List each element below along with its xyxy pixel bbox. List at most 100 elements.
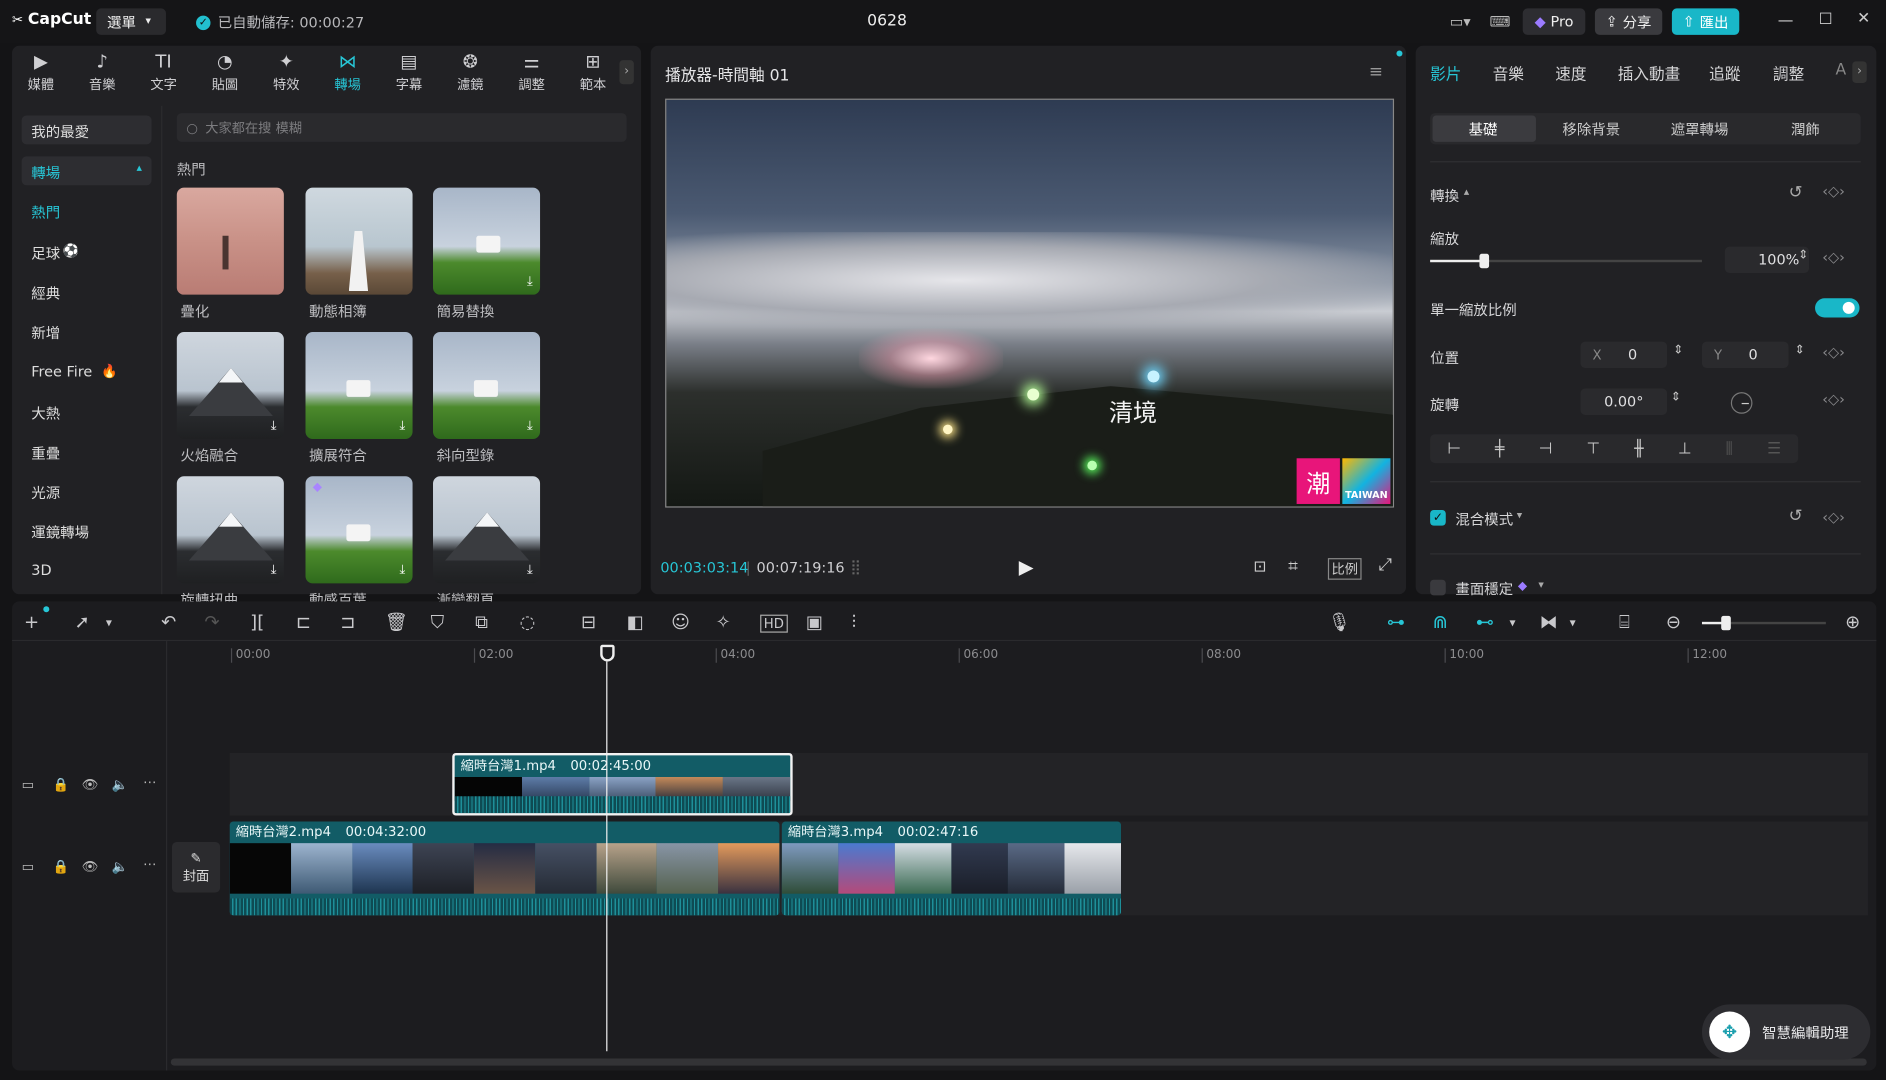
magnet-icon[interactable]: ⋒ xyxy=(1433,611,1448,633)
minimize-icon[interactable]: — xyxy=(1778,12,1794,30)
marker-icon[interactable]: ⛉ xyxy=(431,611,445,633)
align-bottom-icon[interactable]: ⊥ xyxy=(1678,440,1692,458)
transition-item[interactable]: ⤓ xyxy=(433,476,541,584)
magic-wand-icon[interactable]: ✧ xyxy=(716,611,731,633)
track-video-icon[interactable]: ▭ xyxy=(22,859,35,875)
category-camera[interactable]: 運鏡轉場 xyxy=(31,522,89,542)
chevron-up-icon[interactable]: ▴ xyxy=(1464,186,1469,198)
delete-icon[interactable]: 🗑 xyxy=(385,611,408,633)
play-icon[interactable]: ▶ xyxy=(1019,556,1034,579)
menu-icon[interactable]: ≡ xyxy=(1369,63,1383,82)
close-icon[interactable]: ✕ xyxy=(1857,10,1870,28)
fit-icon[interactable]: ⊡ xyxy=(1253,558,1266,576)
transition-item[interactable]: ⤓ xyxy=(176,476,284,584)
transition-item[interactable]: ⤓ xyxy=(433,331,541,440)
align-right-icon[interactable]: ⊣ xyxy=(1539,440,1553,458)
select-cursor-icon[interactable]: ➚ xyxy=(75,611,90,633)
search-input[interactable]: ○ 大家都在搜 模糊 xyxy=(176,113,627,142)
chevron-down-icon[interactable]: ▾ xyxy=(1510,617,1516,630)
stabilize-checkbox[interactable] xyxy=(1430,579,1446,596)
reset-icon[interactable]: ↺ xyxy=(1789,183,1803,202)
chevron-down-icon[interactable]: ▾ xyxy=(106,617,112,630)
tool-filters[interactable]: ❂ 濾鏡 xyxy=(446,51,494,97)
split-right-icon[interactable]: ⊐ xyxy=(340,611,355,633)
split-left-icon[interactable]: ⊏ xyxy=(296,611,311,633)
tab-video[interactable]: 影片 xyxy=(1430,61,1461,84)
download-icon[interactable]: ⤓ xyxy=(271,562,277,579)
category-favorites[interactable]: 我的最愛 xyxy=(21,115,152,145)
freeze-icon[interactable]: ⊟ xyxy=(581,611,596,633)
chevron-right-icon[interactable]: › xyxy=(1852,61,1867,83)
add-icon[interactable]: + xyxy=(24,611,39,633)
stepper-icon[interactable]: ⇕ xyxy=(1798,249,1808,262)
tab-audio[interactable]: 音樂 xyxy=(1493,61,1524,84)
video-preview[interactable]: 清境 潮 TAIWAN xyxy=(665,98,1395,508)
position-x-input[interactable]: X0 xyxy=(1580,341,1668,369)
menu-button[interactable]: 選單 ▾ xyxy=(96,8,166,35)
tool-text[interactable]: TI 文字 xyxy=(140,51,188,97)
category-3d[interactable]: 3D xyxy=(31,562,51,579)
uniform-scale-toggle[interactable] xyxy=(1815,298,1860,318)
link-clips-icon[interactable]: ⊶ xyxy=(1387,611,1405,633)
video-clip[interactable]: 縮時台灣1.mp4 00:02:45:00 xyxy=(452,752,793,816)
align-left-icon[interactable]: ⊢ xyxy=(1447,440,1461,458)
pro-button[interactable]: ◆ Pro xyxy=(1522,8,1586,35)
keyboard-icon[interactable]: ⌨ xyxy=(1487,8,1513,34)
eye-icon[interactable]: 👁 xyxy=(82,859,99,875)
smart-edit-assistant-button[interactable]: ✥ 智慧編輯助理 xyxy=(1701,1004,1871,1060)
person-icon[interactable]: ☺ xyxy=(671,611,690,633)
snap-icon[interactable]: ⊷ xyxy=(1476,611,1494,633)
download-icon[interactable]: ⤓ xyxy=(399,417,405,434)
transition-item[interactable]: ◆ ⤓ xyxy=(305,476,413,584)
tab-adjust[interactable]: 調整 xyxy=(1773,61,1804,84)
chevron-down-icon[interactable]: ▾ xyxy=(1517,510,1522,522)
video-clip[interactable]: 縮時台灣3.mp4 00:02:47:16 xyxy=(781,821,1122,916)
ratio-button[interactable]: 比例 xyxy=(1327,558,1362,580)
zoom-in-icon[interactable]: ⊕ xyxy=(1845,611,1860,633)
tool-transitions[interactable]: ⋈ 轉場 xyxy=(324,51,372,97)
timeline-scrollbar[interactable] xyxy=(170,1058,1867,1066)
category-hot[interactable]: 熱門 xyxy=(31,202,60,222)
download-icon[interactable]: ⤓ xyxy=(527,417,533,434)
category-transitions[interactable]: 轉場 ▴ xyxy=(21,156,152,186)
fullscreen-icon[interactable]: ⤢ xyxy=(1378,556,1391,575)
share-button[interactable]: ⇪ 分享 xyxy=(1594,8,1663,35)
tab-more[interactable]: A xyxy=(1835,61,1846,79)
category-classic[interactable]: 經典 xyxy=(31,283,60,303)
speed-icon[interactable]: ◌ xyxy=(520,611,536,633)
download-icon[interactable]: ⤓ xyxy=(527,273,533,290)
screenshot-icon[interactable]: ⌗ xyxy=(1288,557,1297,576)
chevron-right-icon[interactable]: › xyxy=(619,60,634,85)
stepper-icon[interactable]: ⇕ xyxy=(1671,391,1681,404)
maximize-icon[interactable]: ☐ xyxy=(1819,11,1833,29)
rotate-dial[interactable] xyxy=(1730,392,1753,414)
category-trending[interactable]: 大熱 xyxy=(31,403,60,423)
lock-icon[interactable]: 🔒 xyxy=(53,859,69,875)
align-top-icon[interactable]: ⊤ xyxy=(1586,440,1600,458)
scale-input[interactable]: 100% xyxy=(1724,246,1810,274)
track-video-icon[interactable]: ▭ xyxy=(22,777,35,793)
subtab-mask[interactable]: 遮罩轉場 xyxy=(1671,119,1729,139)
rotate-input[interactable]: 0.00° xyxy=(1580,388,1668,415)
crop-icon[interactable]: ⧉ xyxy=(475,611,488,633)
download-icon[interactable]: ⤓ xyxy=(399,562,405,579)
transition-item[interactable]: ⤓ xyxy=(305,331,413,440)
more-icon[interactable]: ⋯ xyxy=(143,775,156,791)
audio-wave-icon[interactable]: ⫶ xyxy=(852,611,857,633)
export-button[interactable]: ⇧ 匯出 xyxy=(1671,8,1740,35)
stepper-icon[interactable]: ⇕ xyxy=(1795,344,1805,357)
tab-animation[interactable]: 插入動畫 xyxy=(1618,61,1681,84)
tool-media[interactable]: ▶ 媒體 xyxy=(17,51,65,97)
video-clip[interactable]: 縮時台灣2.mp4 00:04:32:00 xyxy=(229,821,780,916)
zoom-slider-handle[interactable] xyxy=(1721,615,1731,631)
volume-icon[interactable]: 🔈 xyxy=(112,777,128,793)
mirror-icon[interactable]: ◧ xyxy=(627,611,644,633)
keyframe-icon[interactable]: ‹◇› xyxy=(1822,391,1845,408)
keyframe-icon[interactable]: ‹◇› xyxy=(1822,509,1845,526)
download-icon[interactable]: ⤓ xyxy=(527,562,533,579)
chevron-down-icon[interactable]: ▾ xyxy=(1538,580,1543,592)
transition-item[interactable]: ⤓ xyxy=(176,331,284,440)
tool-effects[interactable]: ✦ 特效 xyxy=(262,51,310,97)
layout-icon[interactable]: ▭▾ xyxy=(1439,8,1482,34)
align-middle-icon[interactable]: ╫ xyxy=(1634,440,1643,458)
